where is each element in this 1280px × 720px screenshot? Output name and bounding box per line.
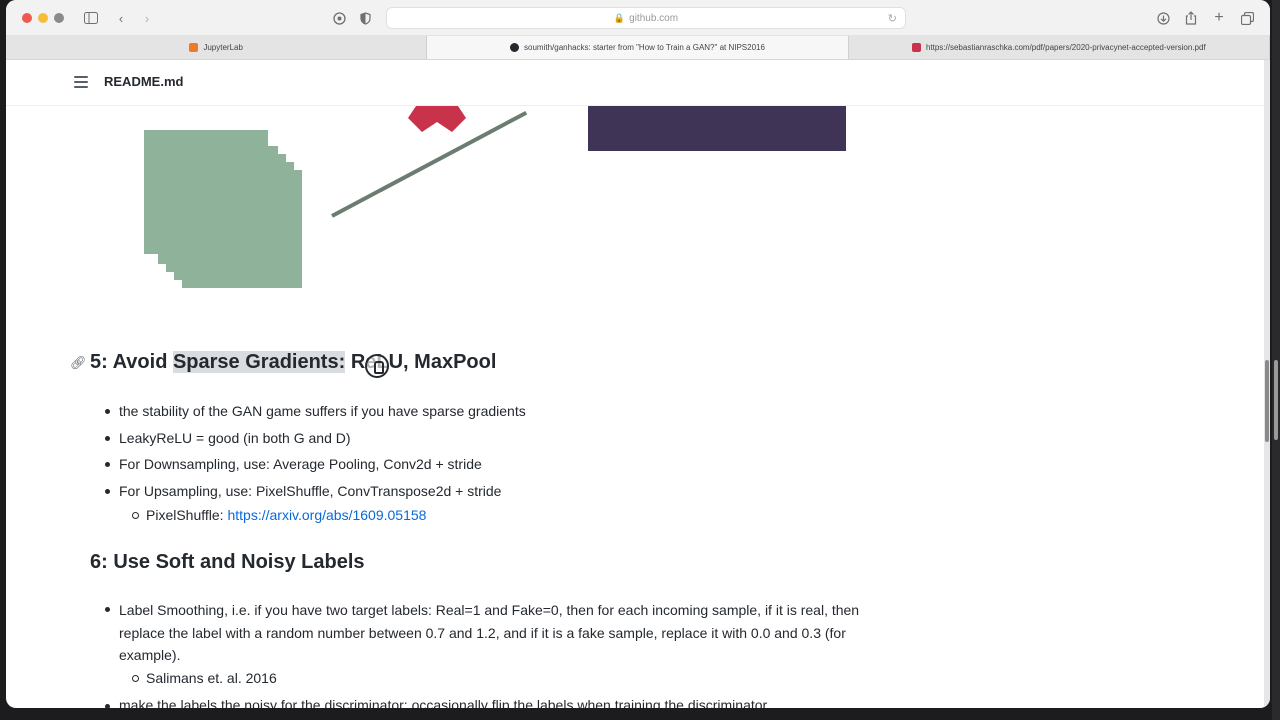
section-5-heading: 5: Avoid Sparse Gradients: ReLU, MaxPool bbox=[90, 351, 496, 374]
list-item: LeakyReLU = good (in both G and D) bbox=[102, 425, 526, 452]
outer-scrollbar-thumb[interactable] bbox=[1274, 360, 1278, 440]
lock-icon: 🔒 bbox=[613, 12, 626, 23]
list-item-text: Label Smoothing, i.e. if you have two ta… bbox=[119, 602, 860, 663]
share-icon[interactable] bbox=[1182, 9, 1200, 27]
outline-list-icon[interactable] bbox=[74, 76, 88, 88]
jupyter-icon bbox=[189, 43, 199, 52]
tab-label: https://sebastianraschka.com/pdf/papers/… bbox=[925, 43, 1206, 52]
link-anchor-icon[interactable]: 🔗︎ bbox=[70, 355, 87, 371]
browser-window: ‹ › 🔒 github.com ↻ + JupyterLab soumith/… bbox=[6, 0, 1270, 708]
list-item: Label Smoothing, i.e. if you have two ta… bbox=[102, 598, 882, 690]
list-item: For Downsampling, use: Average Pooling, … bbox=[102, 451, 526, 478]
pdf-icon bbox=[911, 43, 921, 52]
tab-jupyterlab[interactable]: JupyterLab bbox=[6, 36, 428, 59]
new-tab-icon[interactable]: + bbox=[1210, 9, 1228, 27]
tab-ganhacks[interactable]: soumith/ganhacks: starter from "How to T… bbox=[427, 36, 849, 59]
reload-icon[interactable]: ↻ bbox=[888, 12, 897, 25]
close-window-button[interactable] bbox=[22, 13, 32, 23]
list-item: For Upsampling, use: PixelShuffle, ConvT… bbox=[102, 478, 526, 528]
tab-bar: JupyterLab soumith/ganhacks: starter fro… bbox=[6, 36, 1270, 60]
url-bar[interactable]: 🔒 github.com ↻ bbox=[386, 7, 906, 29]
tab-label: soumith/ganhacks: starter from "How to T… bbox=[524, 43, 765, 52]
tab-pdf[interactable]: https://sebastianraschka.com/pdf/papers/… bbox=[849, 36, 1270, 59]
window-controls bbox=[22, 13, 64, 23]
forward-icon[interactable]: › bbox=[138, 9, 156, 27]
purple-bar bbox=[588, 106, 846, 151]
sub-list-item: Salimans et. al. 2016 bbox=[119, 667, 882, 690]
list-item: the stability of the GAN game suffers if… bbox=[102, 398, 526, 425]
outer-scrollbar[interactable] bbox=[1272, 0, 1280, 720]
list-item-cut-off: make the labels the noisy for the discri… bbox=[102, 697, 767, 708]
github-icon bbox=[510, 43, 520, 52]
shield-icon[interactable] bbox=[356, 9, 374, 27]
minimize-window-button[interactable] bbox=[38, 13, 48, 23]
list-item-text: For Upsampling, use: PixelShuffle, ConvT… bbox=[119, 482, 502, 499]
page-scrollbar[interactable] bbox=[1264, 60, 1270, 708]
sub-label: PixelShuffle: bbox=[146, 507, 228, 523]
privacy-report-icon[interactable] bbox=[330, 9, 348, 27]
readme-title: README.md bbox=[104, 74, 184, 89]
sub-list-item: PixelShuffle: https://arxiv.org/abs/1609… bbox=[119, 504, 526, 527]
readme-header: README.md bbox=[6, 60, 1270, 106]
highlighted-text: Sparse Gradients: bbox=[172, 351, 346, 373]
section-6-heading: 6: Use Soft and Noisy Labels bbox=[90, 551, 365, 573]
tab-label: JupyterLab bbox=[203, 43, 243, 52]
pixelshuffle-link[interactable]: https://arxiv.org/abs/1609.05158 bbox=[227, 507, 426, 523]
stacked-square bbox=[144, 130, 268, 254]
scrollbar-thumb[interactable] bbox=[1265, 360, 1269, 442]
browser-toolbar: ‹ › 🔒 github.com ↻ + bbox=[6, 0, 1270, 36]
back-icon[interactable]: ‹ bbox=[112, 9, 130, 27]
sub-list: Salimans et. al. 2016 bbox=[119, 667, 882, 690]
section-5-list: the stability of the GAN game suffers if… bbox=[102, 398, 526, 527]
sidebar-icon[interactable] bbox=[82, 9, 100, 27]
mouse-cursor-icon bbox=[365, 354, 389, 378]
heading-text: 5: Avoid bbox=[90, 351, 173, 373]
downloads-icon[interactable] bbox=[1154, 9, 1172, 27]
url-text: github.com bbox=[629, 12, 679, 24]
gan-illustration bbox=[6, 106, 1270, 306]
sub-list: PixelShuffle: https://arxiv.org/abs/1609… bbox=[119, 504, 526, 527]
section-6-list: Label Smoothing, i.e. if you have two ta… bbox=[102, 598, 882, 690]
red-chevron-shape bbox=[408, 106, 466, 132]
tab-overview-icon[interactable] bbox=[1238, 9, 1256, 27]
zoom-window-button[interactable] bbox=[54, 13, 64, 23]
